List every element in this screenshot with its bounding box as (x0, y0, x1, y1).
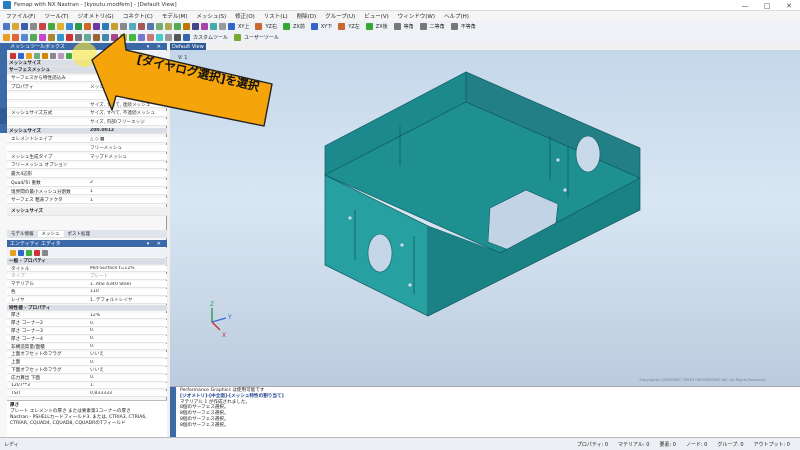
callout-arrow (91, 33, 273, 127)
femap-window: Femap with NX Nastran - [kyoutu.modfem] … (0, 0, 800, 450)
